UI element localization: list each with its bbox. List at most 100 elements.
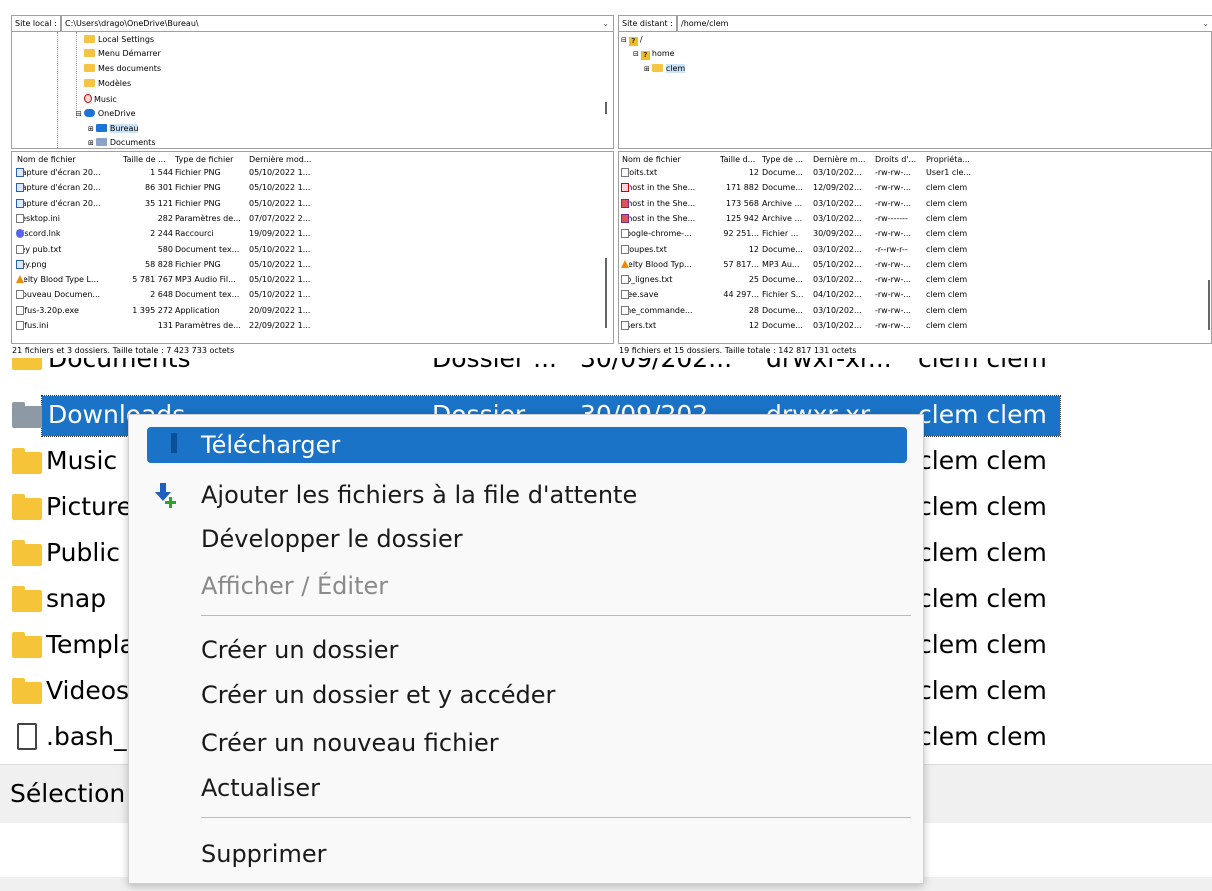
remote-file-list[interactable]: Nom de fichier Taille d... Type de ... D… <box>618 151 1212 344</box>
tree-item-bureau[interactable]: ⊞ Bureau <box>88 124 139 134</box>
file-icon <box>621 259 629 268</box>
table-row[interactable]: une_commande... 28 Docume... 03/10/202... -r… <box>619 305 1204 317</box>
table-row[interactable]: rufus-3.20p.exe 1 395 272 Application 20/09… <box>12 305 602 317</box>
table-row[interactable]: Capture d'écran 20... 35 121 Fichier PNG 05… <box>12 198 602 210</box>
tree-scrollbar[interactable] <box>605 102 607 114</box>
menu-item-developper[interactable]: Développer le dossier <box>147 521 907 557</box>
tree-item-documents[interactable]: ⊞ Documents <box>88 138 156 148</box>
file-icon <box>621 198 629 208</box>
tree-item-modeles[interactable]: Modèles <box>84 79 131 89</box>
remote-status: 19 fichiers et 15 dossiers. Taille total… <box>619 346 857 355</box>
collapse-icon[interactable]: ⊟ <box>621 36 627 44</box>
chevron-down-icon[interactable]: ⌄ <box>602 15 609 32</box>
folder-icon <box>12 540 42 566</box>
table-row[interactable]: Ghost in the She... 173 568 Archive ... 03/… <box>619 198 1204 210</box>
expand-icon[interactable]: ⊞ <box>644 65 650 73</box>
folder-icon <box>12 678 42 704</box>
chevron-down-icon[interactable]: ⌄ <box>1202 15 1209 32</box>
menu-separator <box>201 817 911 818</box>
tree-item-root[interactable]: ⊟? / <box>621 35 643 46</box>
table-row[interactable]: Nouveau Documen... 2 648 Document tex... 05… <box>12 290 602 301</box>
folder-icon <box>84 64 95 72</box>
folder-icon <box>12 448 42 474</box>
music-icon <box>84 94 92 103</box>
file-icon <box>621 229 629 239</box>
folder-icon <box>84 35 95 43</box>
remote-list-scrollbar[interactable] <box>1208 280 1210 330</box>
local-tree-pane[interactable]: Local Settings Menu Démarrer Mes documen… <box>11 31 614 149</box>
local-site-label: Site local : <box>11 15 61 32</box>
folder-icon <box>12 494 42 520</box>
folder-icon <box>84 79 95 87</box>
table-row[interactable]: key.png 58 828 Fichier PNG 05/10/2022 1... <box>12 259 602 271</box>
remote-path-input[interactable]: /home/clem <box>677 15 1212 32</box>
table-row[interactable]: nb_lignes.txt 25 Docume... 03/10/202... -rw-… <box>619 275 1204 286</box>
table-row[interactable]: Ghost in the She... 171 882 Docume... 12/09… <box>619 183 1204 194</box>
collapse-icon[interactable]: ⊟ <box>76 110 82 118</box>
column-header-type[interactable]: Type de fichier <box>175 154 233 165</box>
table-row[interactable]: google-chrome-... 92 251... Fichier ... 30/… <box>619 229 1204 240</box>
table-row[interactable]: Discord.lnk 2 244 Raccourci 19/09/2022 1... <box>12 229 602 240</box>
table-row[interactable]: Capture d'écran 20... 86 301 Fichier PNG 05… <box>12 183 602 194</box>
table-row[interactable]: Melty Blood Type L... 5 781 767 MP3 Audio … <box>12 275 602 286</box>
menu-item-afficher-editer: Afficher / Éditer <box>201 572 389 600</box>
file-icon <box>621 168 629 177</box>
local-site-bar: Site local : C:\Users\drago\OneDrive\Bur… <box>11 15 614 32</box>
menu-item-creer-fichier[interactable]: Créer un nouveau fichier <box>147 725 907 761</box>
list-item[interactable]: Documents Dossier ... 30/09/202... drwxr… <box>0 358 1212 382</box>
file-icon <box>16 290 24 300</box>
column-header-perm[interactable]: Droits d'... <box>875 154 916 165</box>
file-icon <box>16 213 24 223</box>
table-row[interactable]: Capture d'écran 20... 1 544 Fichier PNG 05/… <box>12 168 602 179</box>
table-row[interactable]: droits.txt 12 Docume... 03/10/202... -rw-rw-… <box>619 168 1204 179</box>
collapse-icon[interactable]: ⊟ <box>633 50 639 58</box>
column-header-name[interactable]: Nom de fichier <box>622 154 681 165</box>
tree-item-onedrive[interactable]: ⊟ OneDrive <box>76 109 136 119</box>
folder-icon <box>12 358 42 370</box>
table-row[interactable]: tree.save 44 297... Fichier S... 04/10/202.… <box>619 290 1204 301</box>
local-path-input[interactable]: C:\Users\drago\OneDrive\Bureau\ <box>61 15 614 32</box>
remote-site-label: Site distant : <box>618 15 677 32</box>
unknown-folder-icon: ? <box>628 37 638 46</box>
file-icon <box>621 244 629 254</box>
file-icon <box>621 275 629 285</box>
column-header-name[interactable]: Nom de fichier <box>17 154 76 165</box>
table-row[interactable]: groupes.txt 12 Docume... 03/10/202... -r--rw… <box>619 244 1204 256</box>
table-row[interactable]: desktop.ini 282 Paramètres de... 07/07/2022… <box>12 213 602 225</box>
column-header-date[interactable]: Dernière mod... <box>249 154 311 165</box>
menu-item-creer-dossier-acceder[interactable]: Créer un dossier et y accéder <box>147 677 907 713</box>
remote-tree-pane[interactable]: ⊟? / ⊟? home ⊞ clem <box>618 31 1212 149</box>
table-row[interactable]: Melty Blood Typ... 57 817... MP3 Au... 05/1… <box>619 259 1204 271</box>
expand-icon[interactable]: ⊞ <box>88 139 94 147</box>
column-header-size[interactable]: Taille d... <box>720 154 755 165</box>
table-row[interactable]: users.txt 12 Docume... 03/10/202... -rw-rw-.… <box>619 321 1204 332</box>
menu-item-ajouter-file[interactable]: Ajouter les fichiers à la file d'attente <box>147 477 907 513</box>
file-icon <box>17 723 37 750</box>
tree-item-home[interactable]: ⊟? home <box>633 49 675 60</box>
download-arrow-icon <box>171 433 177 453</box>
tree-item-music[interactable]: Music <box>84 94 117 105</box>
tree-item-clem[interactable]: ⊞ clem <box>644 64 686 74</box>
menu-item-supprimer[interactable]: Supprimer <box>147 836 907 872</box>
tree-item-menu-demarrer[interactable]: Menu Démarrer <box>84 49 161 59</box>
menu-item-telecharger[interactable]: Télécharger <box>147 427 907 463</box>
tree-item-mes-documents[interactable]: Mes documents <box>84 64 161 74</box>
file-icon <box>621 305 629 315</box>
menu-item-creer-dossier[interactable]: Créer un dossier <box>147 632 907 668</box>
local-file-list[interactable]: Nom de fichier Taille de ... Type de fic… <box>11 151 614 344</box>
file-icon <box>16 198 24 208</box>
local-list-scrollbar[interactable] <box>605 258 607 328</box>
column-header-size[interactable]: Taille de ... <box>123 154 166 165</box>
column-header-owner[interactable]: Propriéta... <box>926 154 970 165</box>
column-header-type[interactable]: Type de ... <box>762 154 803 165</box>
documents-folder-icon <box>95 138 107 146</box>
column-header-date[interactable]: Dernière m... <box>813 154 865 165</box>
table-row[interactable]: Ghost in the She... 125 942 Archive ... 03/… <box>619 213 1204 225</box>
expand-icon[interactable]: ⊞ <box>88 125 94 133</box>
table-row[interactable]: key pub.txt 580 Document tex... 05/10/2022 … <box>12 244 602 256</box>
unknown-folder-icon: ? <box>640 51 650 60</box>
file-icon <box>621 213 629 223</box>
table-row[interactable]: rufus.ini 131 Paramètres de... 22/09/2022 1… <box>12 321 602 332</box>
tree-item-local-settings[interactable]: Local Settings <box>84 35 154 45</box>
menu-item-actualiser[interactable]: Actualiser <box>147 770 907 806</box>
